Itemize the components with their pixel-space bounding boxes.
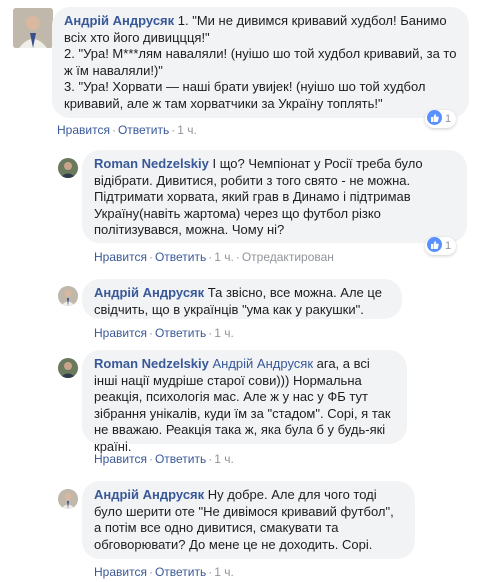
comment-bubble: Roman Nedzelskiy Андрій Андрусяк ага, а … bbox=[82, 350, 407, 454]
like-link[interactable]: Нравится bbox=[94, 250, 147, 264]
reaction-number: 1 bbox=[445, 113, 452, 125]
reaction-count[interactable]: 1 bbox=[425, 237, 457, 255]
reply-link[interactable]: Ответить bbox=[155, 565, 206, 579]
avatar[interactable] bbox=[58, 286, 78, 306]
comment-bubble: Андрій Андрусяк Ну добре. Але для чого т… bbox=[82, 481, 415, 559]
like-link[interactable]: Нравится bbox=[94, 452, 147, 466]
like-link[interactable]: Нравится bbox=[94, 565, 147, 579]
timestamp[interactable]: 1 ч. bbox=[214, 565, 234, 579]
comment-bubble: Roman Nedzelskiy І що? Чемпіонат у Росії… bbox=[82, 150, 467, 243]
avatar[interactable] bbox=[58, 489, 78, 509]
comment-bubble: Андрій Андрусяк Та звісно, все можна. Ал… bbox=[82, 279, 402, 319]
author-link[interactable]: Roman Nedzelskiy bbox=[94, 156, 209, 171]
comment-bubble: Андрій Андрусяк 1. "Ми не дивимся кривав… bbox=[52, 7, 469, 118]
like-link[interactable]: Нравится bbox=[94, 326, 147, 340]
separator-dot: · bbox=[148, 326, 153, 340]
like-icon bbox=[427, 110, 442, 125]
reply-link[interactable]: Ответить bbox=[155, 452, 206, 466]
timestamp[interactable]: 1 ч. bbox=[214, 452, 234, 466]
separator-dot: · bbox=[235, 250, 240, 264]
comment-actions: Нравится · Ответить · 1 ч. bbox=[94, 326, 234, 340]
author-link[interactable]: Roman Nedzelskiy bbox=[94, 356, 209, 371]
separator-dot: · bbox=[148, 250, 153, 264]
reply-link[interactable]: Ответить bbox=[118, 123, 169, 137]
avatar[interactable] bbox=[13, 8, 53, 48]
timestamp[interactable]: 1 ч. bbox=[214, 250, 234, 264]
avatar[interactable] bbox=[58, 158, 78, 178]
reaction-number: 1 bbox=[445, 240, 452, 252]
timestamp[interactable]: 1 ч. bbox=[214, 326, 234, 340]
author-link[interactable]: Андрій Андрусяк bbox=[94, 487, 204, 502]
avatar[interactable] bbox=[58, 358, 78, 378]
reply-link[interactable]: Ответить bbox=[155, 326, 206, 340]
like-link[interactable]: Нравится bbox=[57, 123, 110, 137]
comment-actions: Нравится · Ответить · 1 ч. · Отредактирован bbox=[94, 250, 334, 264]
reply-link[interactable]: Ответить bbox=[155, 250, 206, 264]
edited-label[interactable]: Отредактирован bbox=[242, 250, 334, 264]
comment-actions: Нравится · Ответить · 1 ч. bbox=[94, 565, 234, 579]
like-icon bbox=[427, 237, 442, 252]
separator-dot: · bbox=[148, 565, 153, 579]
mention-link[interactable]: Андрій Андрусяк bbox=[213, 356, 314, 371]
separator-dot: · bbox=[148, 452, 153, 466]
separator-dot: · bbox=[111, 123, 116, 137]
author-link[interactable]: Андрій Андрусяк bbox=[94, 285, 204, 300]
comment-actions: Нравится · Ответить · 1 ч. bbox=[94, 452, 234, 466]
author-link[interactable]: Андрій Андрусяк bbox=[64, 13, 174, 28]
comment-actions: Нравится · Ответить · 1 ч. bbox=[57, 123, 197, 137]
timestamp[interactable]: 1 ч. bbox=[177, 123, 197, 137]
reaction-count[interactable]: 1 bbox=[425, 110, 457, 128]
